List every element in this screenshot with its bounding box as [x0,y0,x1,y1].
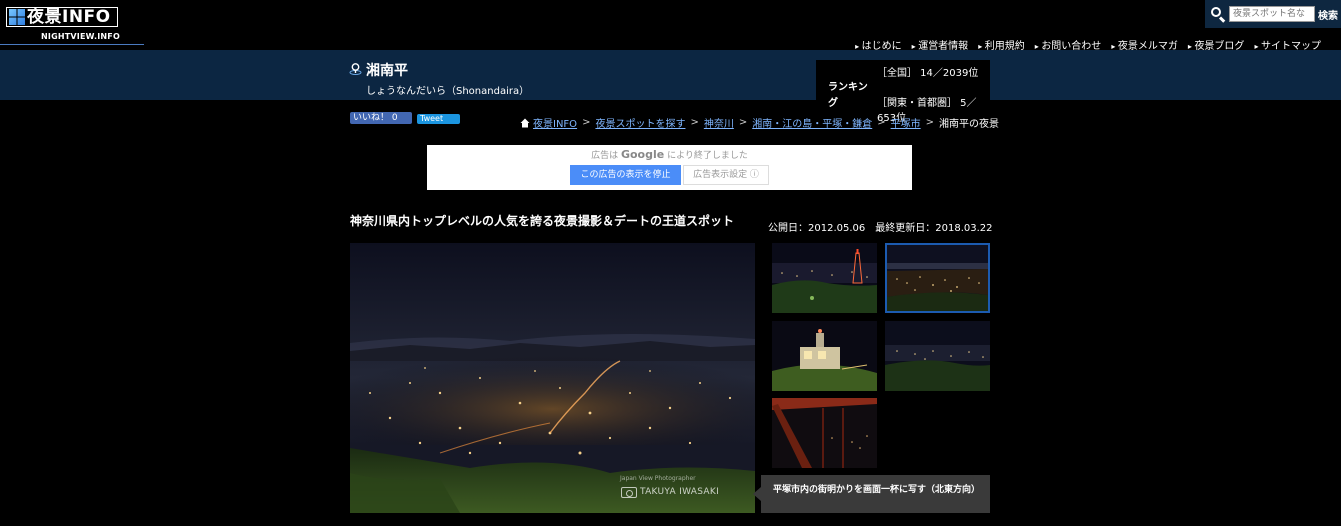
photo-credit-name: TAKUYA IWASAKI [640,487,720,497]
search-input[interactable] [1229,6,1315,22]
ad-message: 広告は Google により終了しました [591,148,748,161]
thumb-observatory-image [772,321,877,391]
breadcrumb-city[interactable]: 平塚市 [891,115,921,130]
thumbnail-3[interactable] [772,321,877,391]
thumbnail-2-active[interactable] [885,243,990,313]
publish-dates: 公開日：2012.05.06 最終更新日：2018.03.22 [768,223,993,234]
ad-stop-button[interactable]: この広告の表示を停止 [570,165,681,185]
title-band [0,50,1341,100]
logo-underline [0,44,144,45]
thumbnail-4[interactable] [885,321,990,391]
photo-credit-small: Japan View Photographer [620,475,696,482]
thumb-tower-image [772,243,877,313]
search-button[interactable]: 検索 [1318,7,1338,22]
main-night-photo[interactable]: Japan View Photographer TAKUYA IWASAKI [350,243,755,513]
search-bar: 検索 [1205,0,1341,28]
facebook-like-button[interactable]: いいね！ 0 [350,112,412,124]
thumb-cityscape-image [887,245,988,311]
ranking-label: ランキング [828,82,868,109]
breadcrumb-separator: > [582,117,591,128]
site-logo[interactable]: 夜景INFO NIGHTVIEW.INFO [0,7,144,45]
breadcrumb-area[interactable]: 湘南・江の島・平塚・鎌倉 [752,115,872,130]
spot-reading: しょうなんだいら（Shonandaira） [366,86,530,97]
ad-settings-button[interactable]: 広告表示設定 ⓘ [683,165,769,185]
breadcrumb-current: 湘南平の夜景 [939,119,1000,130]
logo-box: 夜景INFO [6,7,118,27]
ranking-box: ランキング ［全国］ 14／2039位 ［関東・首都圏］ 5／653位 [816,60,990,124]
breadcrumb-separator: > [738,117,748,128]
thumbnail-5[interactable] [772,398,877,468]
page-title: 湘南平 [366,63,408,79]
home-icon [520,118,530,127]
ranking-national: ［全国］ 14／2039位 [877,68,979,79]
camera-icon [621,487,637,498]
logo-subtitle: NIGHTVIEW.INFO [41,32,120,41]
photo-caption: 平塚市内の街明かりを画面一杯に写す（北東方向） [753,475,990,513]
grid-logo-icon [9,9,25,25]
breadcrumb-separator: > [925,117,935,128]
breadcrumb: 夜景INFO > 夜景スポットを探す > 神奈川 > 湘南・江の島・平塚・鎌倉 … [520,115,999,130]
google-brand: Google [620,148,665,161]
logo-text: 夜景INFO [27,7,111,27]
search-icon [1207,3,1229,25]
breadcrumb-home[interactable]: 夜景INFO [533,115,577,130]
breadcrumb-kanagawa[interactable]: 神奈川 [704,115,734,130]
catchcopy-heading: 神奈川県内トップレベルの人気を誇る夜景撮影＆デートの王道スポット [350,214,735,228]
thumb-deck-image [772,398,877,468]
breadcrumb-separator: > [877,117,886,128]
thumbnail-1[interactable] [772,243,877,313]
thumb-coastline-image [885,321,990,391]
tweet-button[interactable]: Tweet [417,114,460,124]
breadcrumb-search[interactable]: 夜景スポットを探す [595,115,685,130]
night-city-image [350,243,755,513]
breadcrumb-separator: > [690,117,699,128]
ad-banner: 広告は Google により終了しました この広告の表示を停止 広告表示設定 ⓘ [427,145,912,190]
location-pin-icon [349,63,362,75]
